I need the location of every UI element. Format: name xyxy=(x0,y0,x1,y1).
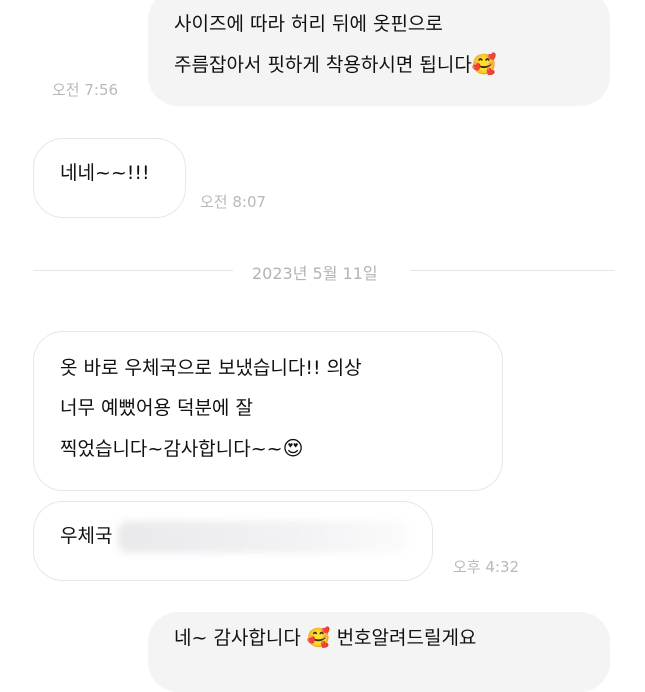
outgoing-message-bubble[interactable]: 네~ 감사합니다 🥰 번호알려드릴게요 xyxy=(148,612,610,692)
message-timestamp: 오전 8:07 xyxy=(200,193,267,211)
message-text-line: 너무 예뻤어용 덕분에 잘 xyxy=(60,397,253,419)
message-text-line: 주름잡아서 핏하게 착용하시면 됩니다🥰 xyxy=(174,52,497,76)
message-timestamp: 오후 4:32 xyxy=(453,558,520,576)
message-text-line: 네~ 감사합니다 🥰 번호알려드릴게요 xyxy=(174,627,477,649)
message-text-line: 우체국 xyxy=(60,516,409,556)
incoming-message-bubble[interactable]: 옷 바로 우체국으로 보냈습니다!! 의상 너무 예뻤어용 덕분에 잘 찍었습니… xyxy=(33,331,503,491)
redacted-content-blur xyxy=(118,520,409,553)
date-divider-line-right xyxy=(410,270,615,271)
message-text-line: 사이즈에 따라 허리 뒤에 옷핀으로 xyxy=(174,13,443,35)
incoming-message-bubble[interactable]: 네네~~!!! xyxy=(33,138,186,218)
outgoing-message-bubble[interactable]: 사이즈에 따라 허리 뒤에 옷핀으로 주름잡아서 핏하게 착용하시면 됩니다🥰 xyxy=(148,0,610,106)
message-text-line: 찍었습니다~감사합니다~~😍 xyxy=(60,436,304,460)
smiling-face-with-hearts-emoji: 🥰 xyxy=(471,52,497,76)
message-text-line: 네네~~!!! xyxy=(60,162,150,184)
message-timestamp: 오전 7:56 xyxy=(52,81,119,99)
heart-eyes-emoji: 😍 xyxy=(282,436,304,460)
date-divider-label: 2023년 5월 11일 xyxy=(252,264,378,283)
incoming-message-bubble[interactable]: 우체국 xyxy=(33,501,433,581)
message-text-line: 옷 바로 우체국으로 보냈습니다!! 의상 xyxy=(60,357,362,379)
date-divider-line-left xyxy=(33,270,233,271)
